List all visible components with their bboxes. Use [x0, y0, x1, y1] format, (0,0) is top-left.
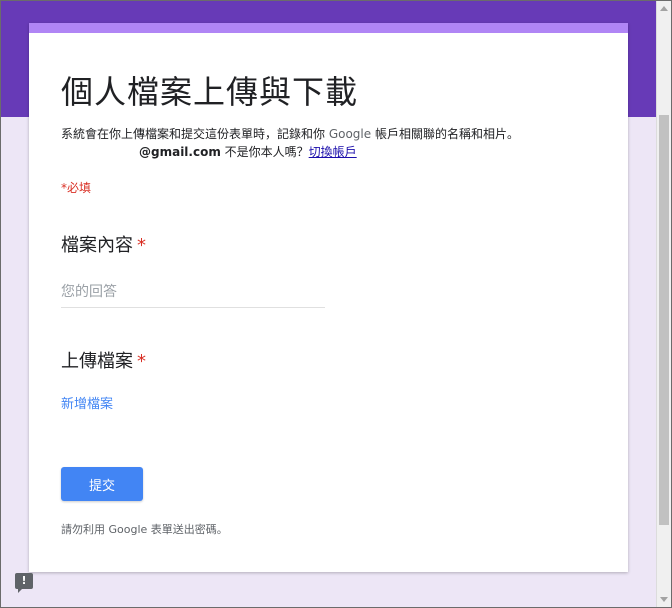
answer-input[interactable]: [61, 277, 325, 308]
add-file-link[interactable]: 新增檔案: [61, 393, 113, 412]
question-title-upload-file: 上傳檔案 *: [61, 347, 146, 373]
scroll-down-arrow-icon[interactable]: [660, 597, 668, 602]
form-title: 個人檔案上傳與下載: [61, 73, 359, 111]
account-notice: 系統會在你上傳檔案和提交這份表單時，記錄和你 Google 帳戶相關聯的名稱和相…: [61, 125, 519, 142]
required-asterisk: *: [137, 235, 146, 256]
vertical-scrollbar[interactable]: [656, 1, 671, 607]
account-email: @gmail.com: [139, 145, 221, 159]
scroll-thumb[interactable]: [659, 115, 669, 525]
switch-account-link[interactable]: 切換帳戶: [309, 145, 357, 159]
notice-google: Google: [328, 127, 372, 141]
question-label: 檔案內容: [61, 235, 133, 256]
notice-prefix: 系統會在你上傳檔案和提交這份表單時，記錄和你: [61, 127, 329, 141]
password-warning: 請勿利用 Google 表單送出密碼。: [61, 523, 228, 536]
submit-button[interactable]: 提交: [61, 467, 143, 501]
not-you-text: 不是你本人嗎？: [220, 145, 309, 159]
required-asterisk: *: [137, 351, 146, 372]
question-title-file-content: 檔案內容 *: [61, 231, 146, 257]
browser-viewport: 個人檔案上傳與下載 系統會在你上傳檔案和提交這份表單時，記錄和你 Google …: [0, 0, 672, 608]
notice-suffix: 帳戶相關聯的名稱和相片。: [371, 127, 519, 141]
form-card: 個人檔案上傳與下載 系統會在你上傳檔案和提交這份表單時，記錄和你 Google …: [29, 23, 628, 572]
report-abuse-icon[interactable]: !: [15, 573, 33, 593]
account-line: @gmail.com 不是你本人嗎？切換帳戶: [139, 143, 357, 160]
required-note: *必填: [61, 181, 92, 195]
question-label: 上傳檔案: [61, 351, 133, 372]
scroll-up-arrow-icon[interactable]: [660, 6, 668, 11]
